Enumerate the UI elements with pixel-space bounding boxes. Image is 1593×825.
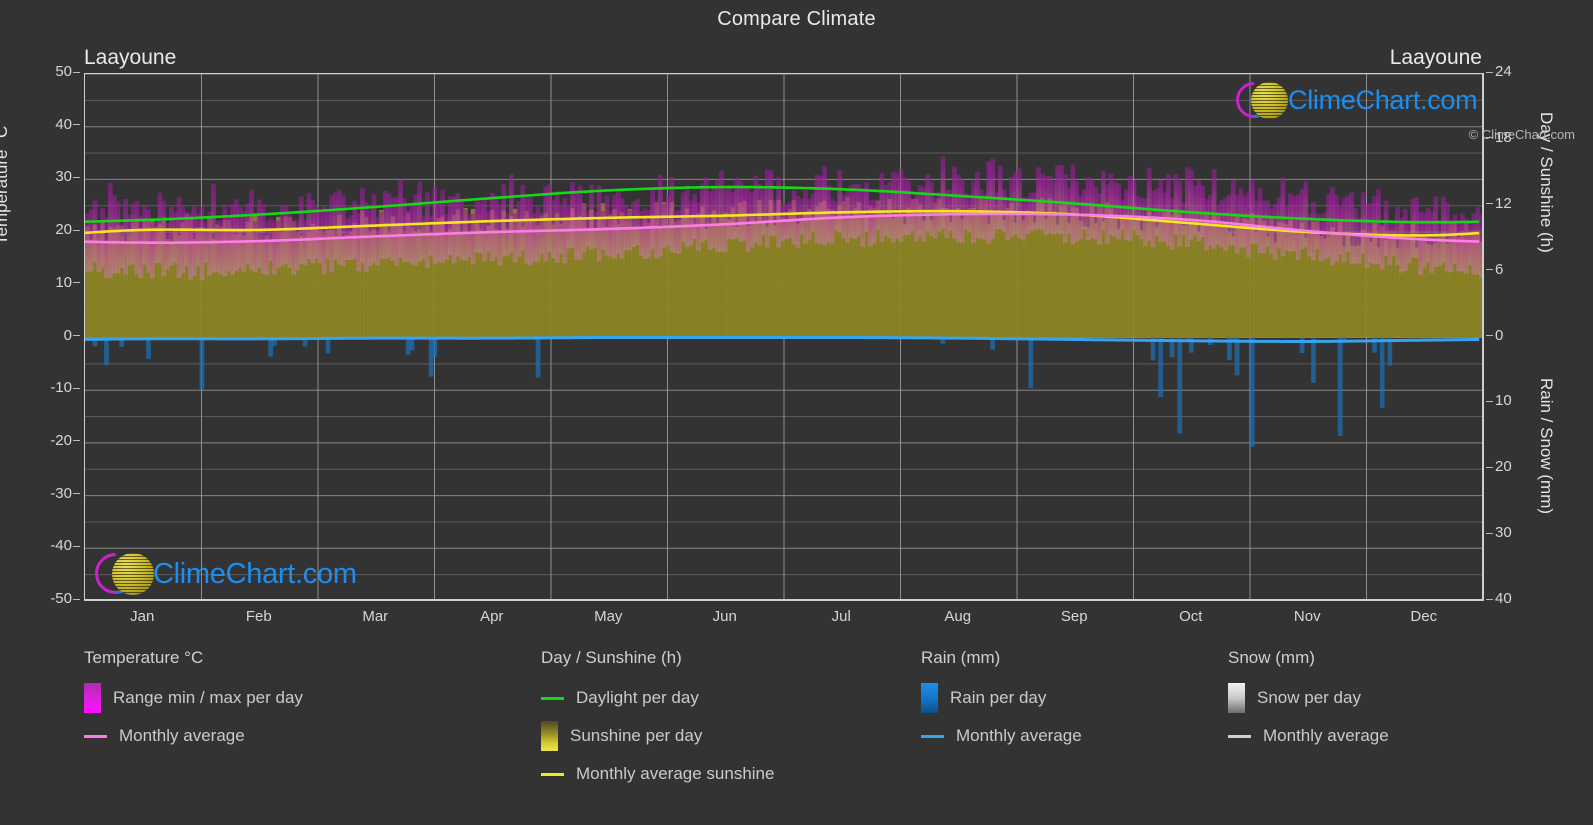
right-axis-tick-mm: 40 <box>1486 590 1555 607</box>
legend-item-label: Monthly average <box>1263 726 1389 745</box>
x-axis-tick-feb: Feb <box>245 608 272 625</box>
left-axis-tick: 20 <box>22 221 80 238</box>
legend-swatch-icon <box>921 683 938 713</box>
legend-item-label: Monthly average <box>119 726 245 745</box>
x-axis-tick-nov: Nov <box>1293 608 1321 625</box>
legend-item-label: Monthly average <box>956 726 1082 745</box>
x-axis-tick-aug: Aug <box>944 608 972 625</box>
brand-wordmark: ClimeChart.com <box>153 557 357 590</box>
left-axis-tick: -40 <box>22 537 80 554</box>
legend-item[interactable]: Snow per day <box>1228 679 1389 717</box>
x-axis-tick-jun: Jun <box>712 608 737 625</box>
bottom-axis-line <box>84 599 1483 601</box>
legend-item[interactable]: Monthly average <box>84 717 303 755</box>
left-axis-tick: -50 <box>22 590 80 607</box>
legend-group-heading: Temperature °C <box>84 648 204 667</box>
location-label-right: Laayoune <box>1389 46 1482 69</box>
legend-item[interactable]: Daylight per day <box>541 679 774 717</box>
x-axis-tick-jan: Jan <box>130 608 155 625</box>
left-axis-tick: 40 <box>22 116 80 133</box>
chart-legend: Temperature °C Range min / max per day Mon… <box>0 648 1593 825</box>
brand-logo-bottom[interactable]: ClimeChart.com <box>86 544 357 603</box>
left-axis-tick: 10 <box>22 274 80 291</box>
legend-group-temperature-c: Temperature °C Range min / max per day Mon… <box>84 648 303 755</box>
legend-item-label: Range min / max per day <box>113 688 303 707</box>
legend-line-icon <box>1228 734 1251 738</box>
legend-item[interactable]: Rain per day <box>921 679 1082 717</box>
rain-avg-line <box>85 335 1480 343</box>
right-axis-tick-mm: 30 <box>1486 524 1555 541</box>
x-axis-tick-jul: Jul <box>831 608 851 625</box>
x-axis-tick-may: May <box>594 608 623 625</box>
legend-item-label: Rain per day <box>950 688 1047 707</box>
legend-item[interactable]: Monthly average <box>921 717 1082 755</box>
right-axis-line <box>1482 73 1484 601</box>
legend-line-icon <box>541 696 564 700</box>
chart-canvas <box>85 74 1482 600</box>
legend-swatch-icon <box>1228 683 1245 713</box>
legend-group-rain-mm: Rain (mm) Rain per day Monthly average <box>921 648 1082 755</box>
page-title: Compare Climate <box>717 8 876 30</box>
legend-group-heading: Snow (mm) <box>1228 648 1315 667</box>
legend-item-label: Snow per day <box>1257 688 1361 707</box>
brand-logo-top[interactable]: ClimeChart.com <box>1228 74 1478 126</box>
left-axis-tick: 0 <box>22 327 80 344</box>
legend-item-label: Monthly average sunshine <box>576 764 775 783</box>
legend-line-icon <box>921 734 944 738</box>
legend-swatch-icon <box>541 721 558 751</box>
legend-group-heading: Rain (mm) <box>921 648 1001 667</box>
left-axis-tick: 50 <box>22 63 80 80</box>
legend-group-heading: Day / Sunshine (h) <box>541 648 682 667</box>
left-axis-tick: -10 <box>22 379 80 396</box>
x-axis-tick-apr: Apr <box>480 608 504 625</box>
legend-line-icon <box>84 734 107 738</box>
right-axis-tick-hours: 0 <box>1486 327 1555 344</box>
chart-plot-area[interactable] <box>84 73 1482 600</box>
legend-group-snow-mm: Snow (mm) Snow per day Monthly average <box>1228 648 1389 755</box>
legend-item[interactable]: Monthly average sunshine <box>541 755 774 793</box>
right-axis-tick-hours: 6 <box>1486 261 1555 278</box>
left-axis-label: Temperature °C <box>0 125 11 245</box>
logo-sun-icon <box>1251 82 1288 119</box>
legend-group-day-sunshine-h: Day / Sunshine (h) Daylight per day Sunshi… <box>541 648 774 793</box>
legend-line-icon <box>541 772 564 776</box>
x-axis-tick-sep: Sep <box>1060 608 1088 625</box>
x-axis-tick-dec: Dec <box>1410 608 1438 625</box>
x-axis-tick-oct: Oct <box>1179 608 1203 625</box>
right-axis-tick-hours: 24 <box>1486 63 1555 80</box>
climate-chart-page: Compare Climate Laayoune Laayoune 50 40 30… <box>0 0 1593 825</box>
legend-swatch-icon <box>84 683 101 713</box>
right-axis-label-bottom: Rain / Snow (mm) <box>1537 378 1556 515</box>
legend-item-label: Daylight per day <box>576 688 699 707</box>
logo-sun-icon <box>112 553 154 595</box>
left-axis-tick: -20 <box>22 432 80 449</box>
legend-item[interactable]: Monthly average <box>1228 717 1389 755</box>
x-axis-tick-mar: Mar <box>362 608 389 625</box>
copyright-notice: © ClimeChart.com <box>1468 127 1575 142</box>
location-label-left: Laayoune <box>84 46 177 69</box>
left-axis-tick: -30 <box>22 485 80 502</box>
legend-item-label: Sunshine per day <box>570 726 703 745</box>
brand-wordmark: ClimeChart.com <box>1288 84 1478 115</box>
legend-item[interactable]: Range min / max per day <box>84 679 303 717</box>
legend-item[interactable]: Sunshine per day <box>541 717 774 755</box>
left-axis-tick: 30 <box>22 168 80 185</box>
